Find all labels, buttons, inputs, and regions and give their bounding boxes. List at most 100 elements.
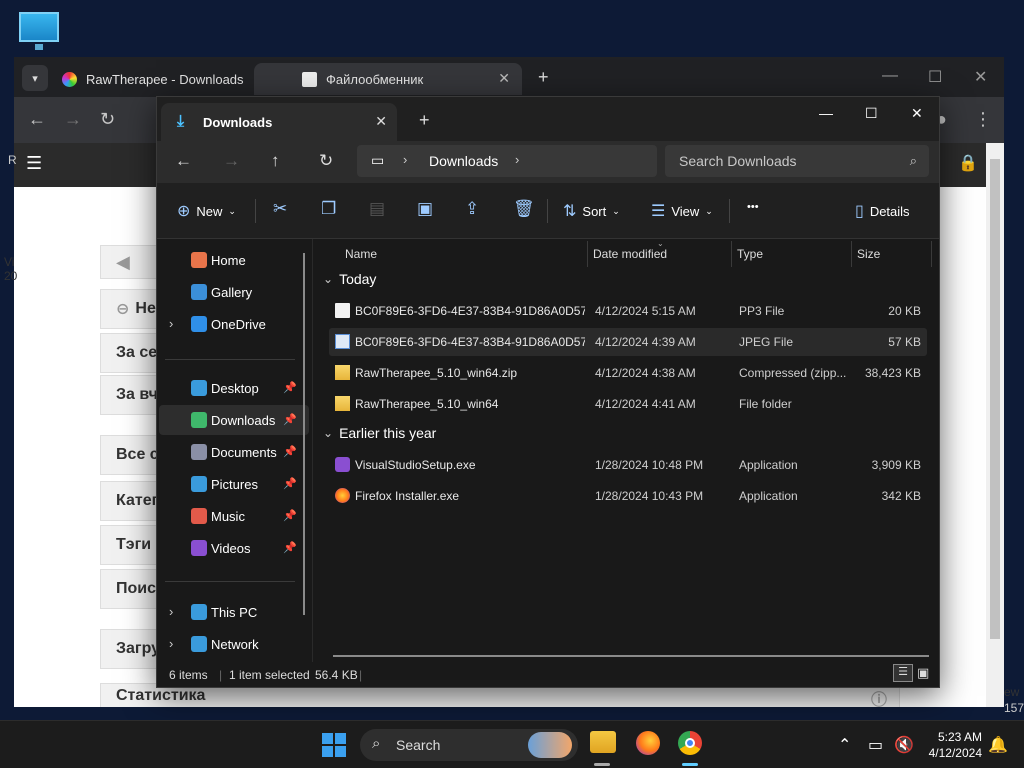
address-bar[interactable]: ▭ › Downloads › [357, 145, 657, 177]
forward-icon[interactable]: → [64, 109, 82, 130]
close-tab-icon[interactable]: ✕ [375, 113, 387, 130]
sidebar-item-onedrive[interactable]: › OneDrive [159, 309, 309, 339]
sidebar-item-gallery[interactable]: Gallery [159, 277, 309, 307]
file-row[interactable]: RawTherapee_5.10_win64 4/12/2024 4:41 AM F… [329, 390, 927, 418]
view-button[interactable]: ☰ View ⌄ [651, 201, 713, 221]
plus-circle-icon: ⊕ [177, 203, 191, 220]
delete-icon[interactable]: 🗑 [513, 199, 535, 219]
close-window-icon[interactable]: ✕ [911, 105, 923, 122]
file-row[interactable]: Firefox Installer.exe 1/28/2024 10:43 PM A… [329, 482, 927, 510]
reload-icon[interactable]: ↻ [100, 109, 115, 130]
network-status-icon[interactable]: ▭ [868, 735, 883, 755]
sidebar-item-documents[interactable]: Documents 📌 [159, 437, 309, 467]
close-window-icon[interactable]: ✕ [974, 67, 987, 87]
chevron-down-icon[interactable]: ⌄ [323, 426, 333, 440]
details-view-icon[interactable]: ☰ [893, 664, 913, 682]
sidebar-item-music[interactable]: Music 📌 [159, 501, 309, 531]
share-icon[interactable]: ⇪ [465, 199, 479, 219]
start-button[interactable] [322, 733, 346, 757]
menu-icon[interactable]: ⋮ [974, 109, 992, 130]
close-tab-icon[interactable]: ✕ [498, 70, 510, 87]
volume-muted-icon[interactable]: 🔇 [894, 735, 914, 755]
sort-button[interactable]: ⇅ Sort ⌄ [563, 201, 620, 221]
search-input[interactable]: Search Downloads ⌕ [665, 145, 929, 177]
copy-icon[interactable]: ❐ [321, 199, 336, 219]
file-name: RawTherapee_5.10_win64 [355, 397, 499, 411]
column-type[interactable]: Type [737, 239, 763, 269]
file-row[interactable]: BC0F89E6-3FD6-4E37-83B4-91D86A0D57... 4/1… [329, 297, 927, 325]
card-today[interactable]: За се [100, 333, 160, 373]
back-card[interactable]: ◀ [100, 245, 160, 279]
sidebar-item-desktop[interactable]: Desktop 📌 [159, 373, 309, 403]
explorer-tab-downloads[interactable]: ⤓ Downloads ✕ [161, 103, 397, 141]
card-tags[interactable]: Тэги [100, 525, 160, 565]
lock-icon[interactable]: 🔒 [958, 153, 978, 173]
file-size: 20 KB [888, 304, 921, 318]
file-size: 57 KB [888, 335, 921, 349]
maximize-icon[interactable]: ☐ [865, 105, 878, 122]
file-type: File folder [739, 397, 792, 411]
card-search[interactable]: Поис [100, 569, 160, 609]
new-tab-button[interactable]: + [419, 110, 430, 131]
back-icon[interactable]: ← [175, 151, 192, 171]
chrome-tab-rawtherapee[interactable]: RawTherapee - Downloads ✕ [14, 63, 292, 95]
group-header[interactable]: ⌄ Today [323, 271, 376, 287]
column-name[interactable]: Name [345, 239, 377, 269]
sidebar-item-label: OneDrive [211, 317, 266, 332]
horizontal-scrollbar[interactable] [333, 655, 929, 657]
sidebar-item-network[interactable]: › Network [159, 629, 309, 659]
card-upload[interactable]: Загру [100, 629, 160, 669]
system-clock[interactable]: 5:23 AM 4/12/2024 [920, 729, 982, 761]
cut-icon[interactable]: ✂ [273, 199, 287, 219]
file-row[interactable]: RawTherapee_5.10_win64.zip 4/12/2024 4:38… [329, 359, 927, 387]
chevron-right-icon[interactable]: › [169, 316, 173, 331]
sidebar-item-home[interactable]: Home [159, 245, 309, 275]
card-categories[interactable]: Катег [100, 481, 160, 521]
details-button[interactable]: ▯ Details [855, 201, 910, 221]
taskbar-search[interactable]: ⌕ Search [360, 729, 578, 761]
show-hidden-icons-chevron-icon[interactable]: ⌃ [838, 735, 851, 755]
card-all[interactable]: Все с [100, 435, 160, 475]
card-yesterday[interactable]: За вч [100, 375, 160, 415]
chevron-right-icon[interactable]: › [403, 152, 407, 167]
chevron-right-icon[interactable]: › [515, 152, 519, 167]
more-options-button[interactable]: ••• [747, 201, 759, 213]
sidebar-item-videos[interactable]: Videos 📌 [159, 533, 309, 563]
large-icons-view-icon[interactable]: ▣ [917, 665, 929, 681]
address-segment[interactable]: Downloads [429, 153, 498, 169]
column-date-modified[interactable]: Date modified [593, 239, 667, 269]
maximize-icon[interactable]: ☐ [928, 67, 942, 87]
navigation-pane-scrollbar[interactable] [303, 253, 305, 615]
minimize-icon[interactable]: — [882, 67, 898, 85]
file-row[interactable]: BC0F89E6-3FD6-4E37-83B4-91D86A0D57... 4/1… [329, 328, 927, 356]
chevron-right-icon[interactable]: › [169, 604, 173, 619]
info-icon[interactable]: ⓘ [871, 686, 887, 710]
paste-icon[interactable]: ▤ [369, 199, 385, 219]
hamburger-icon[interactable]: ☰ [26, 153, 42, 174]
sidebar-item-this-pc[interactable]: › This PC [159, 597, 309, 627]
this-pc-desktop-icon[interactable] [16, 10, 62, 50]
group-header[interactable]: ⌄ Earlier this year [323, 425, 436, 441]
new-tab-button[interactable]: + [538, 67, 549, 88]
chevron-down-icon[interactable]: ⌄ [323, 272, 333, 286]
up-icon[interactable]: ↑ [271, 151, 280, 171]
forward-icon[interactable]: → [223, 151, 240, 171]
column-size[interactable]: Size [857, 239, 880, 269]
rename-icon[interactable]: ▣ [417, 199, 433, 219]
file-row[interactable]: VisualStudioSetup.exe 1/28/2024 10:48 PM A… [329, 451, 927, 479]
new-button[interactable]: ⊕ New ⌄ [177, 201, 236, 221]
file-explorer-taskbar-icon[interactable] [590, 731, 616, 753]
sidebar-item-downloads[interactable]: Downloads 📌 [159, 405, 309, 435]
refresh-icon[interactable]: ↻ [319, 151, 333, 171]
zip-folder-icon [335, 365, 350, 380]
firefox-taskbar-icon[interactable] [636, 731, 660, 755]
page-scrollbar[interactable] [986, 143, 1004, 707]
chrome-tab-fileshare[interactable]: Файлообменник ✕ [254, 63, 522, 95]
chevron-right-icon[interactable]: › [169, 636, 173, 651]
sidebar-item-pictures[interactable]: Pictures 📌 [159, 469, 309, 499]
minimize-icon[interactable]: — [819, 105, 833, 121]
card-new[interactable]: ⊖ Не [100, 289, 160, 329]
chrome-taskbar-icon[interactable] [678, 731, 702, 755]
notifications-bell-icon[interactable]: 🔔 [988, 735, 1008, 755]
back-icon[interactable]: ← [28, 109, 46, 130]
